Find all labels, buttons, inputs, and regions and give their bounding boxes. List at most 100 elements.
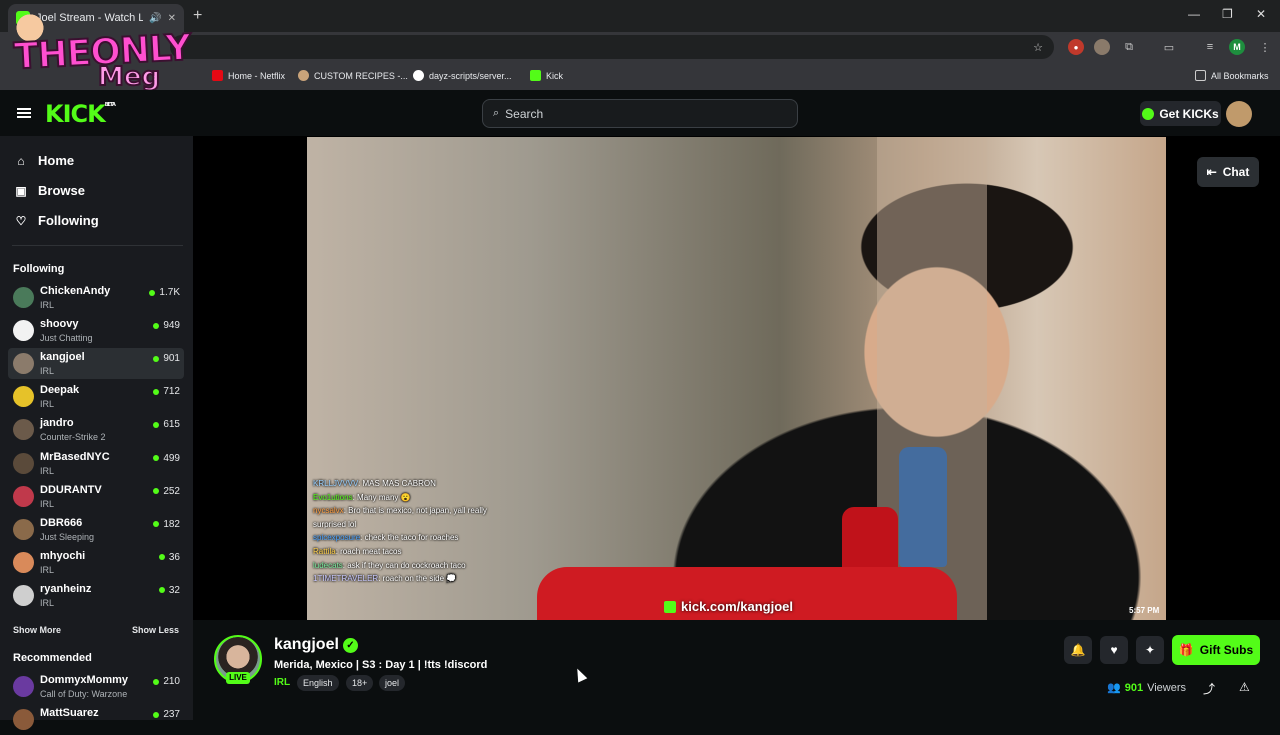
- kick-logo-text: KICK: [45, 100, 106, 128]
- chat-text: ask if they can do cockroach taco: [347, 560, 466, 570]
- nav-browse-label: Browse: [38, 183, 85, 198]
- sidebar-channel-shoovy[interactable]: shoovy Just Chatting 949: [8, 315, 184, 346]
- notifications-button[interactable]: 🔔: [1064, 636, 1092, 664]
- viewers-icon: 👥: [1107, 682, 1121, 694]
- kebab-menu-icon[interactable]: ⋮: [1257, 39, 1273, 55]
- get-kicks-button[interactable]: Get KICKs: [1140, 101, 1221, 126]
- channel-viewer-count: 1.7K: [159, 287, 180, 298]
- nav-home[interactable]: ⌂ Home: [14, 153, 74, 168]
- chat-collapse-icon: ⇤: [1206, 165, 1217, 179]
- sidebar-channel-ryanheinz[interactable]: ryanheinz IRL 32: [8, 580, 184, 611]
- following-heading: Following: [13, 263, 65, 275]
- video-chat-overlay: KRLLJVVVV: MAS MAS CABRON Evo1utions: Man…: [313, 477, 498, 586]
- channel-avatar: [13, 551, 34, 573]
- puzzle-extensions-icon[interactable]: ⧉: [1121, 39, 1137, 55]
- hamburger-menu-icon[interactable]: [17, 108, 31, 118]
- bookmark-github[interactable]: dayz-scripts/server...: [413, 70, 512, 81]
- bookmark-recipes[interactable]: CUSTOM RECIPES -...: [298, 70, 408, 81]
- bookmark-kick[interactable]: Kick: [530, 70, 563, 81]
- chat-text: check the taco for roaches: [364, 533, 459, 543]
- live-badge: LIVE: [226, 672, 250, 684]
- sidebar-channel-chickenandy[interactable]: ChickenAndy IRL 1.7K: [8, 282, 184, 313]
- chat-username: Rattila: [313, 546, 336, 556]
- github-icon: [413, 70, 424, 81]
- cast-icon[interactable]: ▭: [1161, 39, 1177, 55]
- channel-avatar: [13, 419, 34, 441]
- show-less-link[interactable]: Show Less: [132, 625, 179, 635]
- chat-text: Many many 😮: [357, 492, 411, 502]
- channel-viewer-count: 36: [168, 551, 180, 563]
- channel-name: DDURANTV: [40, 483, 102, 496]
- nav-browse[interactable]: ▣ Browse: [14, 183, 85, 198]
- heart-icon: ♡: [15, 213, 27, 228]
- live-dot-icon: [153, 455, 160, 461]
- share-icon[interactable]: ⤴: [1203, 680, 1215, 697]
- chat-username: KRLLJVVVV: [313, 479, 359, 488]
- omnibox-input[interactable]: [170, 35, 1054, 59]
- chat-text: roach meat tacos: [340, 546, 402, 556]
- streamer-name[interactable]: kangjoel: [274, 636, 339, 654]
- channel-category: Just Chatting: [40, 333, 93, 344]
- sidebar-channel-jandro[interactable]: jandro Counter-Strike 2 615: [8, 414, 184, 445]
- sidebar-channel-ddurantv[interactable]: DDURANTV IRL 252: [8, 481, 184, 512]
- sparkle-button[interactable]: ✦: [1136, 636, 1164, 664]
- live-dot-icon: [149, 289, 156, 296]
- channel-avatar: [13, 485, 34, 507]
- stream-category[interactable]: IRL: [274, 677, 290, 688]
- sidebar-channel-dommyxmommy[interactable]: DommyxMommy Call of Duty: Warzone 210: [8, 671, 184, 702]
- sidebar-channel-mhyochi[interactable]: mhyochi IRL 36: [8, 547, 184, 578]
- channel-viewers: 1.7K: [149, 287, 180, 298]
- chat-toggle-button[interactable]: ⇤ Chat: [1197, 157, 1259, 187]
- follow-button[interactable]: ♥: [1100, 636, 1128, 664]
- recipes-icon: [298, 70, 309, 81]
- sidebar-channel-mrbasednyc[interactable]: MrBasedNYC IRL 499: [8, 448, 184, 479]
- sidebar-channel-deepak[interactable]: Deepak IRL 712: [8, 381, 184, 412]
- sidebar-channel-dbr666[interactable]: DBR666 Just Sleeping 182: [8, 514, 184, 545]
- channel-name: Deepak: [40, 384, 80, 397]
- channel-name: MattSuarez: [40, 707, 99, 719]
- profile-avatar[interactable]: M: [1229, 39, 1245, 55]
- channel-category: IRL: [40, 465, 55, 476]
- show-more-link[interactable]: Show More: [13, 625, 61, 635]
- live-dot-icon: [153, 678, 160, 685]
- star-icon[interactable]: ☆: [1030, 39, 1046, 55]
- extension-avatar-icon[interactable]: [1094, 39, 1110, 55]
- channel-viewers: 949: [153, 320, 180, 331]
- channel-name: jandro: [40, 417, 74, 430]
- user-avatar[interactable]: [1226, 101, 1252, 127]
- channel-viewer-count: 210: [163, 676, 180, 687]
- search-input[interactable]: ⌕ Search: [482, 99, 798, 128]
- nav-following[interactable]: ♡ Following: [14, 213, 99, 228]
- recommended-heading: Recommended: [13, 652, 92, 664]
- maximize-button[interactable]: ❐: [1222, 7, 1233, 21]
- tag-age[interactable]: 18+: [346, 675, 374, 691]
- tag-joel[interactable]: joel: [379, 675, 406, 691]
- all-bookmarks[interactable]: All Bookmarks: [1195, 70, 1269, 81]
- tag-language[interactable]: English: [297, 675, 339, 691]
- kick-logo[interactable]: KICKBETA: [45, 100, 116, 128]
- channel-avatar: [13, 320, 34, 342]
- channel-viewer-count: 32: [168, 584, 180, 596]
- overlay-logo-line2: Meg: [97, 61, 161, 93]
- channel-viewers: 237: [153, 709, 180, 720]
- channel-name: MrBasedNYC: [40, 450, 110, 463]
- report-icon[interactable]: ⚠: [1239, 680, 1250, 694]
- viewer-count-label: Viewers: [1147, 681, 1186, 694]
- channel-category: IRL: [40, 366, 55, 377]
- channel-avatar: [13, 676, 34, 697]
- reading-list-icon[interactable]: ≡: [1202, 39, 1218, 55]
- channel-category: IRL: [40, 564, 55, 575]
- live-dot-icon: [158, 554, 165, 561]
- chat-message: nycsalvx: Bro that is mexico, not japan,…: [313, 506, 487, 529]
- sidebar-channel-kangjoel[interactable]: kangjoel IRL 901: [8, 348, 184, 380]
- gift-subs-button[interactable]: 🎁 Gift Subs: [1172, 635, 1260, 665]
- channel-viewers: 712: [153, 386, 180, 397]
- minimize-button[interactable]: —: [1188, 7, 1200, 21]
- close-window-button[interactable]: ✕: [1256, 7, 1266, 21]
- chat-text: MAS MAS CABRON: [362, 479, 436, 488]
- extension-icon[interactable]: ●: [1068, 39, 1084, 55]
- kick-watermark-icon: [664, 600, 676, 613]
- chat-message: Evo1utions: Many many 😮: [313, 492, 411, 502]
- channel-name: mhyochi: [40, 549, 86, 562]
- chat-username: spicexposure: [313, 533, 361, 543]
